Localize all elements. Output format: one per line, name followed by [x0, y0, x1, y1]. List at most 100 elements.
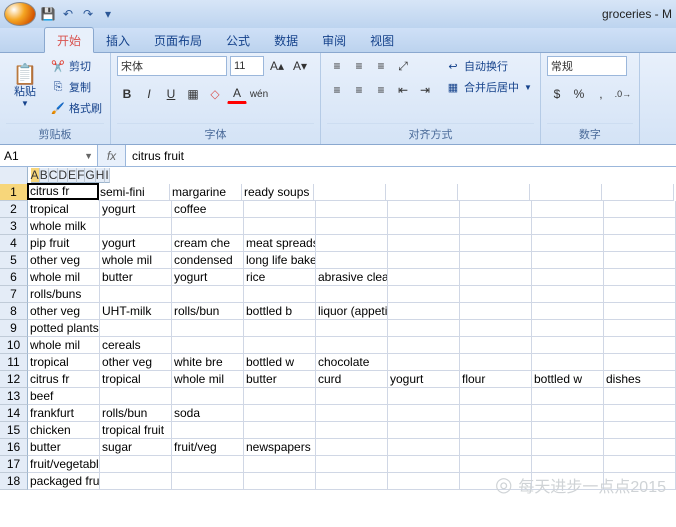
- cell[interactable]: [316, 320, 388, 337]
- cell[interactable]: [460, 456, 532, 473]
- row-header[interactable]: 16: [0, 439, 28, 456]
- cell[interactable]: rolls/bun: [100, 405, 172, 422]
- row-header[interactable]: 7: [0, 286, 28, 303]
- cell[interactable]: [604, 456, 676, 473]
- cell[interactable]: [244, 456, 316, 473]
- cell[interactable]: [460, 320, 532, 337]
- cell[interactable]: liquor (appetizer): [316, 303, 388, 320]
- align-middle-button[interactable]: ≡: [349, 56, 369, 76]
- cell[interactable]: meat spreads: [244, 235, 316, 252]
- cell[interactable]: [532, 405, 604, 422]
- cell[interactable]: [244, 218, 316, 235]
- cell[interactable]: [316, 252, 388, 269]
- cell[interactable]: packaged fruit/vegetables: [28, 473, 100, 490]
- cell[interactable]: [604, 218, 676, 235]
- cell[interactable]: [460, 388, 532, 405]
- cell[interactable]: [532, 473, 604, 490]
- paste-button[interactable]: 📋 粘贴 ▼: [6, 56, 44, 118]
- chevron-down-icon[interactable]: ▼: [84, 151, 93, 161]
- cell[interactable]: [460, 218, 532, 235]
- cell[interactable]: other veg: [28, 252, 100, 269]
- row-header[interactable]: 5: [0, 252, 28, 269]
- row-header[interactable]: 11: [0, 354, 28, 371]
- cell[interactable]: yogurt: [100, 235, 172, 252]
- cell[interactable]: whole mil: [28, 269, 100, 286]
- cell[interactable]: [100, 286, 172, 303]
- cell[interactable]: [532, 235, 604, 252]
- cell[interactable]: [460, 252, 532, 269]
- cell[interactable]: citrus fr: [27, 183, 99, 200]
- cell[interactable]: whole mil: [28, 337, 100, 354]
- cell[interactable]: [604, 354, 676, 371]
- decrease-indent-button[interactable]: ⇤: [393, 80, 413, 100]
- align-left-button[interactable]: ≡: [327, 80, 347, 100]
- row-header[interactable]: 15: [0, 422, 28, 439]
- cell[interactable]: tropical: [100, 371, 172, 388]
- cell[interactable]: yogurt: [100, 201, 172, 218]
- cell[interactable]: other veg: [100, 354, 172, 371]
- cell[interactable]: beef: [28, 388, 100, 405]
- cell[interactable]: [532, 303, 604, 320]
- cell[interactable]: UHT-milk: [100, 303, 172, 320]
- cell[interactable]: [532, 269, 604, 286]
- cell[interactable]: [458, 184, 530, 201]
- cell[interactable]: [388, 235, 460, 252]
- cell[interactable]: [100, 473, 172, 490]
- name-box[interactable]: A1▼: [0, 145, 98, 166]
- column-header[interactable]: C: [49, 168, 59, 183]
- cell[interactable]: [388, 252, 460, 269]
- cell[interactable]: [604, 405, 676, 422]
- cell[interactable]: [604, 337, 676, 354]
- underline-button[interactable]: U: [161, 84, 181, 104]
- cell[interactable]: [532, 456, 604, 473]
- increase-decimal-button[interactable]: .0→: [613, 84, 633, 104]
- cell[interactable]: citrus fr: [28, 371, 100, 388]
- cell[interactable]: [244, 405, 316, 422]
- cell[interactable]: [316, 473, 388, 490]
- cell[interactable]: [244, 337, 316, 354]
- tab-home[interactable]: 开始: [44, 27, 94, 53]
- cell[interactable]: [100, 388, 172, 405]
- cell[interactable]: yogurt: [388, 371, 460, 388]
- cell[interactable]: [244, 286, 316, 303]
- cell[interactable]: [604, 286, 676, 303]
- column-header[interactable]: I: [105, 168, 109, 183]
- cell[interactable]: [460, 354, 532, 371]
- cell[interactable]: [172, 473, 244, 490]
- cell[interactable]: [172, 422, 244, 439]
- cell[interactable]: [316, 439, 388, 456]
- cell[interactable]: [460, 422, 532, 439]
- cell[interactable]: [388, 473, 460, 490]
- format-painter-button[interactable]: 🖌️格式刷: [48, 98, 104, 118]
- italic-button[interactable]: I: [139, 84, 159, 104]
- tab-formulas[interactable]: 公式: [214, 28, 262, 52]
- cell[interactable]: [530, 184, 602, 201]
- cell[interactable]: [316, 456, 388, 473]
- column-header[interactable]: E: [68, 168, 77, 183]
- cell[interactable]: [100, 456, 172, 473]
- cell[interactable]: [532, 388, 604, 405]
- column-header[interactable]: A: [31, 168, 40, 183]
- cell[interactable]: [460, 286, 532, 303]
- column-header[interactable]: G: [85, 168, 95, 183]
- cell[interactable]: [604, 439, 676, 456]
- row-header[interactable]: 2: [0, 201, 28, 218]
- cell[interactable]: [604, 473, 676, 490]
- cell[interactable]: chicken: [28, 422, 100, 439]
- cell[interactable]: [172, 320, 244, 337]
- cell[interactable]: [460, 235, 532, 252]
- tab-view[interactable]: 视图: [358, 28, 406, 52]
- merge-center-button[interactable]: ▦合并后居中▼: [443, 77, 534, 97]
- cell[interactable]: [604, 303, 676, 320]
- currency-button[interactable]: $: [547, 84, 567, 104]
- cell[interactable]: whole milk: [28, 218, 100, 235]
- column-header[interactable]: H: [96, 168, 106, 183]
- worksheet[interactable]: ABCDEFGHI 1citrus frsemi-finimargarinere…: [0, 167, 676, 527]
- cell[interactable]: long life bakery product: [244, 252, 316, 269]
- cell[interactable]: flour: [460, 371, 532, 388]
- cell[interactable]: semi-fini: [98, 184, 170, 201]
- cell[interactable]: [244, 320, 316, 337]
- cell[interactable]: [388, 201, 460, 218]
- cell[interactable]: [460, 269, 532, 286]
- cell[interactable]: condensed: [172, 252, 244, 269]
